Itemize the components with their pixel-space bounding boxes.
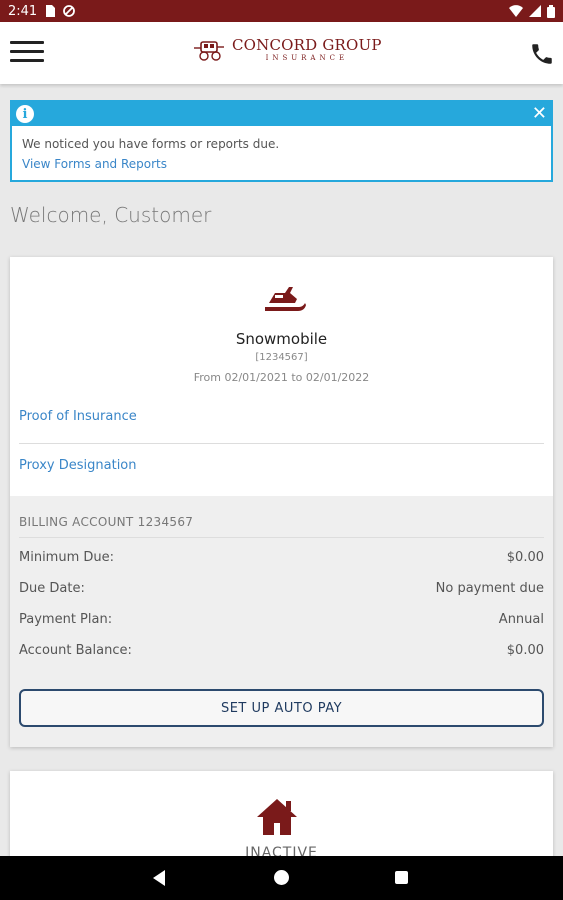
payment-plan-row: Payment Plan: Annual xyxy=(19,612,544,627)
stagecoach-icon xyxy=(194,41,224,61)
house-icon xyxy=(257,799,297,835)
policy-card: Snowmobile [1234567] From 02/01/2021 to … xyxy=(10,257,553,747)
welcome-heading: Welcome, Customer xyxy=(10,203,212,227)
minimum-due-row: Minimum Due: $0.00 xyxy=(19,550,544,565)
divider xyxy=(19,537,544,538)
view-forms-link[interactable]: View Forms and Reports xyxy=(22,154,541,174)
billing-account-title: BILLING ACCOUNT 1234567 xyxy=(19,515,194,529)
billing-section: BILLING ACCOUNT 1234567 Minimum Due: $0.… xyxy=(10,496,553,747)
snowmobile-icon xyxy=(265,287,306,311)
system-nav-bar xyxy=(0,856,563,900)
row-value: $0.00 xyxy=(506,643,544,658)
row-value: $0.00 xyxy=(506,550,544,565)
row-label: Due Date: xyxy=(19,581,85,596)
logo-title: CONCORD GROUP xyxy=(232,36,382,54)
row-value: Annual xyxy=(498,612,544,627)
sim-card-icon xyxy=(46,5,56,17)
info-icon: i xyxy=(16,105,34,123)
status-time: 2:41 xyxy=(8,3,38,19)
alert-header: i ✕ xyxy=(12,102,551,126)
close-icon[interactable]: ✕ xyxy=(532,105,547,123)
back-icon[interactable] xyxy=(153,870,165,886)
app-bar: CONCORD GROUP INSURANCE xyxy=(0,22,563,84)
divider xyxy=(19,443,544,444)
due-date-row: Due Date: No payment due xyxy=(19,581,544,596)
set-up-auto-pay-button[interactable]: SET UP AUTO PAY xyxy=(19,689,544,727)
row-value: No payment due xyxy=(435,581,544,596)
logo-subtitle: INSURANCE xyxy=(265,54,349,62)
policy-dates: From 02/01/2021 to 02/01/2022 xyxy=(193,371,370,384)
forms-due-alert: i ✕ We noticed you have forms or reports… xyxy=(10,100,553,182)
row-label: Minimum Due: xyxy=(19,550,115,565)
proof-of-insurance-link[interactable]: Proof of Insurance xyxy=(19,409,137,424)
row-label: Payment Plan: xyxy=(19,612,113,627)
status-bar: 2:41 xyxy=(0,0,563,22)
hamburger-menu-icon[interactable] xyxy=(10,41,44,67)
row-label: Account Balance: xyxy=(19,643,132,658)
signal-icon xyxy=(529,5,541,17)
policy-number: [1234567] xyxy=(255,352,308,363)
company-logo: CONCORD GROUP INSURANCE xyxy=(192,38,382,62)
alert-message: We noticed you have forms or reports due… xyxy=(22,137,280,151)
account-balance-row: Account Balance: $0.00 xyxy=(19,643,544,658)
phone-icon[interactable] xyxy=(529,41,555,67)
battery-icon xyxy=(547,4,555,18)
blocked-icon xyxy=(63,5,76,17)
policy-name: Snowmobile xyxy=(235,330,328,348)
recent-apps-icon[interactable] xyxy=(395,871,408,884)
home-icon[interactable] xyxy=(274,870,289,885)
wifi-icon xyxy=(509,5,523,17)
proxy-designation-link[interactable]: Proxy Designation xyxy=(19,458,137,473)
